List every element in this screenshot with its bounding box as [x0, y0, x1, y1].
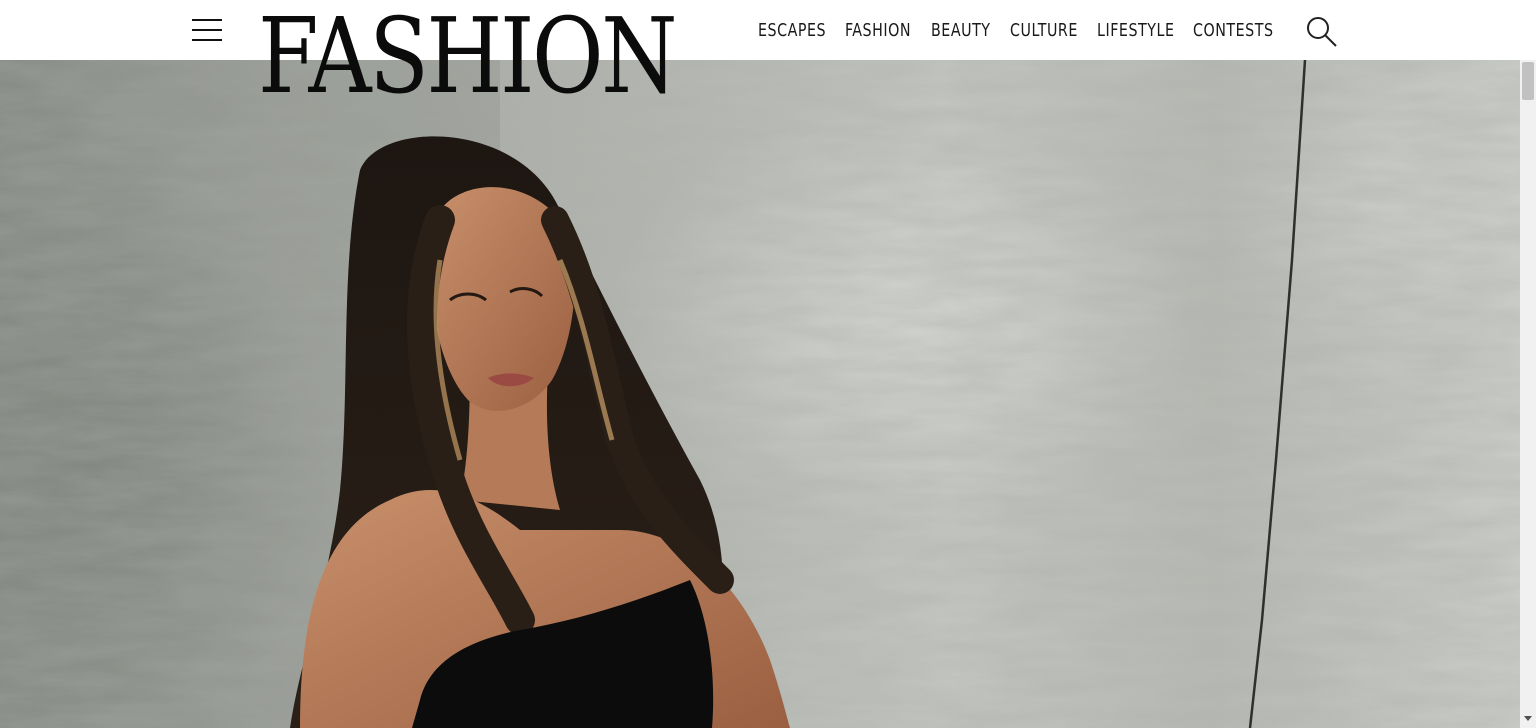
hero-photo: [0, 60, 1520, 728]
scrollbar-thumb[interactable]: [1522, 62, 1534, 100]
hamburger-menu-icon[interactable]: [190, 17, 224, 43]
nav-item-beauty[interactable]: BEAUTY: [931, 19, 990, 43]
search-icon[interactable]: [1304, 14, 1338, 48]
nav-item-fashion[interactable]: FASHION: [845, 19, 910, 43]
site-logo[interactable]: FASHION: [258, 4, 678, 108]
nav-item-escapes[interactable]: ESCAPES: [758, 19, 826, 43]
scroll-down-arrow-icon[interactable]: [1524, 716, 1532, 721]
site-header: ESCAPES FASHION BEAUTY CULTURE LIFESTYLE…: [0, 0, 1520, 60]
main-nav: ESCAPES FASHION BEAUTY CULTURE LIFESTYLE…: [758, 19, 1273, 43]
nav-item-contests[interactable]: CONTESTS: [1193, 19, 1273, 43]
page-scrollbar[interactable]: [1520, 60, 1536, 728]
nav-item-lifestyle[interactable]: LIFESTYLE: [1097, 19, 1174, 43]
nav-item-culture[interactable]: CULTURE: [1010, 19, 1077, 43]
hero-image[interactable]: [0, 60, 1520, 728]
